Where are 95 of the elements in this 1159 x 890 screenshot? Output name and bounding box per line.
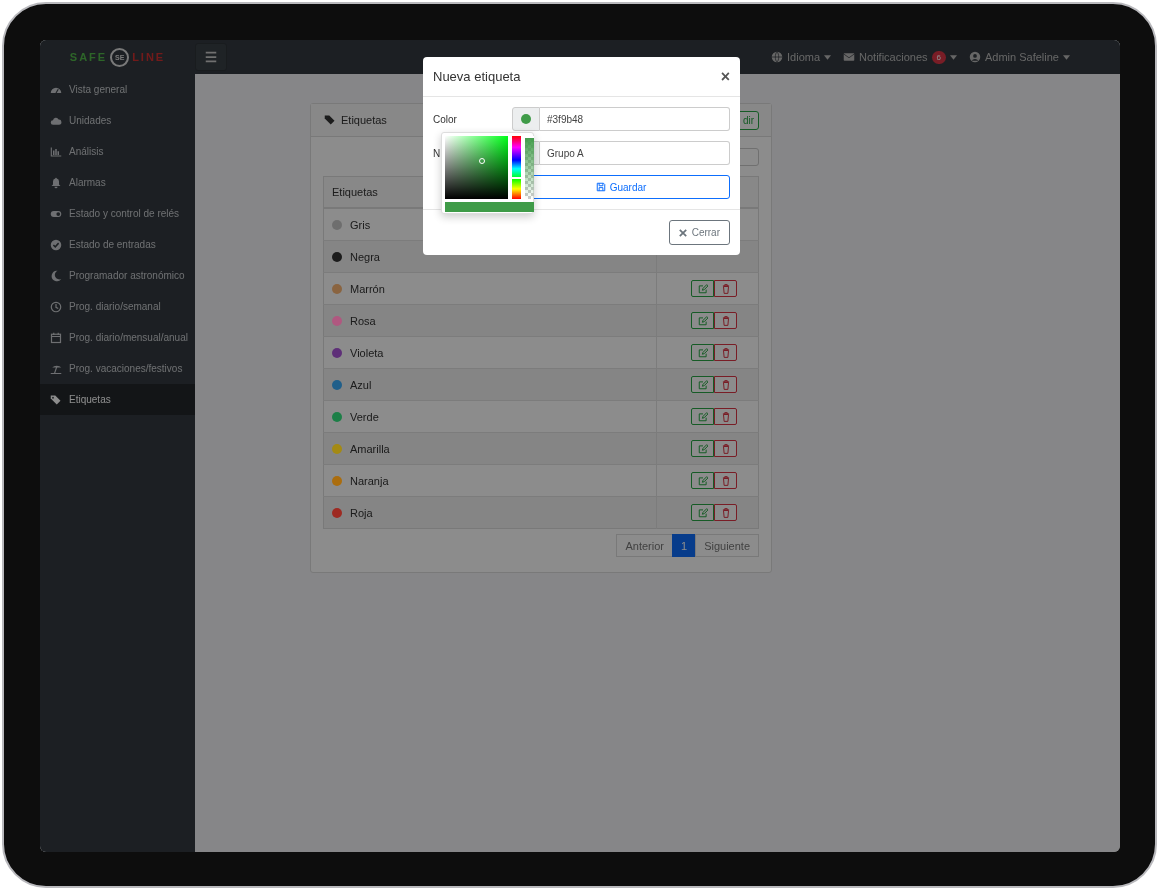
nav-menu[interactable]: Idioma bbox=[771, 50, 832, 64]
close-button[interactable]: × bbox=[720, 67, 730, 86]
edit-icon bbox=[697, 507, 708, 518]
page-button[interactable]: 1 bbox=[672, 534, 697, 557]
alpha-handle[interactable] bbox=[525, 136, 534, 138]
tag-name: Verde bbox=[350, 410, 379, 423]
delete-button[interactable] bbox=[714, 472, 737, 489]
sidebar-item[interactable]: Alarmas bbox=[40, 167, 195, 198]
edit-button[interactable] bbox=[691, 408, 714, 425]
logo-text: SAFE bbox=[69, 51, 108, 63]
tag-name: Azul bbox=[350, 378, 372, 391]
tag-name: Roja bbox=[350, 506, 373, 519]
notification-count: 6 bbox=[931, 50, 946, 64]
delete-button[interactable] bbox=[714, 440, 737, 457]
chart-icon bbox=[50, 145, 62, 158]
edit-icon bbox=[697, 315, 708, 326]
trash-icon bbox=[720, 507, 731, 518]
tag-name: Rosa bbox=[350, 314, 376, 327]
sidebar-item[interactable]: Etiquetas bbox=[40, 384, 195, 415]
trash-icon bbox=[720, 315, 731, 326]
sidebar-item[interactable]: Prog. vacaciones/festivos bbox=[40, 353, 195, 384]
sidebar-item[interactable]: Estado y control de relés bbox=[40, 198, 195, 229]
delete-button[interactable] bbox=[714, 344, 737, 361]
caret-icon bbox=[824, 54, 832, 60]
caret-icon bbox=[950, 54, 957, 60]
edit-icon bbox=[697, 283, 708, 294]
edit-icon bbox=[697, 475, 708, 486]
nav-menu[interactable]: Notificaciones 6 bbox=[843, 50, 957, 64]
field-label: N bbox=[433, 147, 442, 159]
text-field[interactable]: #3f9b48 bbox=[540, 107, 730, 131]
sidebar-item[interactable]: Prog. diario/semanal bbox=[40, 291, 195, 322]
tag-name: Marrón bbox=[350, 282, 385, 295]
nav-menu[interactable]: Admin Safeline bbox=[969, 50, 1070, 64]
globe-icon bbox=[771, 51, 784, 63]
sidebar-item[interactable]: Análisis bbox=[40, 136, 195, 167]
edit-button[interactable] bbox=[691, 440, 714, 457]
delete-button[interactable] bbox=[714, 280, 737, 297]
calendar-icon bbox=[50, 331, 62, 344]
text-field[interactable]: Grupo A bbox=[540, 141, 730, 165]
edit-button[interactable] bbox=[691, 376, 714, 393]
sidebar-item[interactable]: Unidades bbox=[40, 105, 195, 136]
edit-icon bbox=[697, 411, 708, 422]
close-icon bbox=[678, 228, 687, 237]
trash-icon bbox=[720, 283, 731, 294]
user-icon bbox=[969, 51, 981, 63]
page-button[interactable]: Anterior bbox=[616, 534, 673, 557]
card-title: Etiquetas bbox=[341, 114, 387, 126]
floppy-icon bbox=[595, 182, 606, 192]
hue-handle[interactable] bbox=[512, 176, 521, 179]
tag-name: Violeta bbox=[350, 346, 384, 359]
menu-button[interactable] bbox=[195, 43, 227, 71]
edit-button[interactable] bbox=[691, 280, 714, 297]
saturation-field[interactable] bbox=[445, 136, 508, 199]
tag-name: Amarilla bbox=[350, 442, 390, 455]
edit-icon bbox=[697, 347, 708, 358]
trash-icon bbox=[720, 411, 731, 422]
menu-icon bbox=[204, 50, 218, 64]
edit-button[interactable] bbox=[691, 472, 714, 489]
tag-name: Negra bbox=[350, 250, 380, 263]
tags-icon bbox=[323, 114, 337, 126]
edit-button[interactable] bbox=[691, 312, 714, 329]
sidebar-item[interactable]: Prog. diario/mensual/anual bbox=[40, 322, 195, 353]
sidebar-item[interactable]: Estado de entradas bbox=[40, 229, 195, 260]
alpha-slider[interactable] bbox=[525, 136, 534, 199]
page-button[interactable]: Siguiente bbox=[695, 534, 759, 557]
trash-icon bbox=[720, 347, 731, 358]
moon-icon bbox=[50, 269, 62, 282]
delete-button[interactable] bbox=[714, 504, 737, 521]
trash-icon bbox=[720, 443, 731, 454]
delete-button[interactable] bbox=[714, 376, 737, 393]
trash-icon bbox=[720, 475, 731, 486]
envelope-icon bbox=[843, 51, 856, 63]
edit-button[interactable] bbox=[691, 344, 714, 361]
delete-button[interactable] bbox=[714, 312, 737, 329]
edit-icon bbox=[697, 443, 708, 454]
hue-slider[interactable] bbox=[512, 136, 521, 199]
color-picker[interactable] bbox=[441, 132, 534, 214]
edit-icon bbox=[697, 379, 708, 390]
field-label: Color bbox=[433, 113, 458, 125]
tag-name: Naranja bbox=[350, 474, 389, 487]
edit-button[interactable] bbox=[691, 504, 714, 521]
clock-icon bbox=[50, 300, 62, 313]
sidebar-item[interactable]: Programador astronómico bbox=[40, 260, 195, 291]
caret-icon bbox=[1063, 54, 1070, 60]
tag-name: Gris bbox=[350, 218, 371, 231]
check-circle-icon bbox=[50, 238, 62, 251]
color-swatch bbox=[521, 114, 531, 124]
sidebar-item[interactable]: Vista general bbox=[40, 74, 195, 105]
close-button[interactable]: Cerrar bbox=[668, 220, 730, 245]
tags-icon bbox=[50, 393, 62, 406]
bell-icon bbox=[50, 176, 62, 189]
modal-title: Nueva etiqueta bbox=[433, 69, 521, 84]
trash-icon bbox=[720, 379, 731, 390]
delete-button[interactable] bbox=[714, 408, 737, 425]
logo-text: LINE bbox=[132, 51, 166, 63]
